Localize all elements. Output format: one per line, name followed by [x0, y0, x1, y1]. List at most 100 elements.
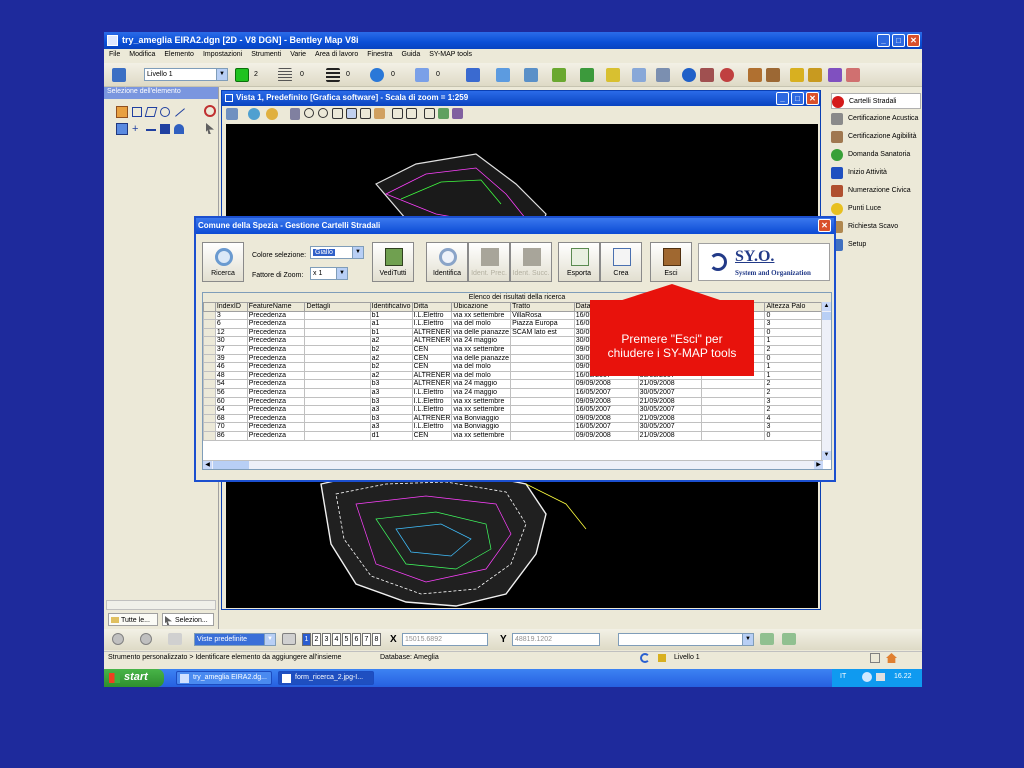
layers-tool-icon[interactable]: [606, 68, 620, 82]
view-1-button[interactable]: 1: [302, 633, 311, 646]
menu-file[interactable]: File: [104, 49, 124, 58]
table-row[interactable]: 70 Precedenza a3 I.L.Elettro via Bonviaggio 1…: [203, 422, 831, 432]
tool-numerazione-civica[interactable]: Numerazione Civica: [831, 183, 921, 199]
table-row[interactable]: 54 Precedenza b3 ALTRENER via 24 maggio 09/09…: [203, 379, 831, 389]
network-icon[interactable]: [862, 672, 872, 682]
ricerca-button[interactable]: Ricerca: [202, 242, 244, 282]
column-header[interactable]: IndexID: [214, 302, 248, 312]
row-header[interactable]: [203, 430, 216, 441]
view-6-button[interactable]: 6: [352, 633, 361, 646]
rotate-view-icon[interactable]: [360, 108, 371, 119]
scroll-thumb[interactable]: [822, 312, 831, 320]
command-input[interactable]: ▼: [618, 633, 754, 646]
tool-cartelli-stradali[interactable]: Cartelli Stradali: [831, 93, 921, 109]
table-row[interactable]: 86 Precedenza d1 CEN via xx settembre 09/09/2…: [203, 430, 831, 441]
tool-richiesta-scavo[interactable]: Richiesta Scavo: [831, 219, 921, 235]
tool-punti-luce[interactable]: Punti Luce: [831, 201, 921, 217]
zoom-in-icon[interactable]: [304, 108, 314, 118]
display-style-icon[interactable]: [248, 108, 260, 120]
select-line-icon[interactable]: [175, 108, 185, 117]
transparency-icon[interactable]: [370, 68, 384, 82]
edit-tool-icon[interactable]: [846, 68, 860, 82]
task-bentley-map[interactable]: try_ameglia EIRA2.dg...: [176, 671, 272, 685]
view-3-button[interactable]: 3: [322, 633, 331, 646]
copy-view-icon[interactable]: [424, 108, 435, 119]
scroll-hthumb[interactable]: [213, 461, 249, 469]
view-8-button[interactable]: 8: [372, 633, 381, 646]
camera-icon[interactable]: [438, 108, 449, 119]
select-circle-icon[interactable]: [160, 107, 170, 117]
select-rect-icon[interactable]: [132, 107, 142, 117]
row-header[interactable]: [203, 413, 216, 424]
table-row[interactable]: 64 Precedenza a3 I.L.Elettro via xx settembr…: [203, 405, 831, 415]
row-header[interactable]: [203, 344, 216, 355]
color-selection-combo[interactable]: Giallo ▼: [310, 246, 364, 259]
view-groups-icon[interactable]: [282, 633, 296, 645]
unlock-icon[interactable]: [808, 68, 822, 82]
row-header[interactable]: [203, 370, 216, 381]
filter-icon[interactable]: [782, 633, 796, 645]
row-header[interactable]: [203, 327, 216, 338]
identifica-button[interactable]: Identifica: [426, 242, 468, 282]
sheet-tool-icon[interactable]: [496, 68, 510, 82]
menu-finestra[interactable]: Finestra: [362, 49, 396, 58]
view-5-button[interactable]: 5: [342, 633, 351, 646]
render-tool-icon[interactable]: [552, 68, 566, 82]
tab-tutte[interactable]: Tutte le...: [108, 613, 158, 626]
ident-succ-button[interactable]: Ident. Succ.: [510, 242, 552, 282]
tool-certificazione-agibilita[interactable]: Certificazione Agibilità: [831, 129, 921, 145]
select-add-icon[interactable]: [116, 123, 128, 135]
window-area-icon[interactable]: [332, 108, 343, 119]
view-settings-icon[interactable]: [452, 108, 463, 119]
close-button[interactable]: ✕: [907, 34, 920, 47]
row-header[interactable]: [203, 396, 216, 407]
dialog-close-button[interactable]: ✕: [818, 219, 831, 232]
horizontal-scrollbar[interactable]: ◀ ▶: [203, 460, 823, 469]
menu-impostazioni[interactable]: Impostazioni: [198, 49, 246, 58]
row-header[interactable]: [203, 387, 216, 398]
ident-prec-button[interactable]: Ident. Prec.: [468, 242, 510, 282]
y-coordinate-field[interactable]: 48819.1202: [512, 633, 600, 646]
view-attributes-icon[interactable]: [226, 108, 238, 120]
zoom-factor-combo[interactable]: x 1 ▼: [310, 267, 348, 280]
pointer-icon[interactable]: [206, 123, 214, 134]
select-toggle-icon[interactable]: [160, 124, 170, 134]
view-previous-icon[interactable]: [392, 108, 403, 119]
task-image-viewer[interactable]: form_ricerca_2.jpg-I...: [278, 671, 374, 685]
select-plus-icon[interactable]: +: [132, 123, 138, 135]
menu-elemento[interactable]: Elemento: [159, 49, 198, 58]
row-header[interactable]: [203, 336, 216, 346]
row-header[interactable]: [203, 353, 216, 364]
zoom-out-icon[interactable]: [318, 108, 328, 118]
column-header[interactable]: FeatureName: [246, 302, 306, 312]
tool-setup[interactable]: Setup: [831, 237, 921, 253]
home-icon[interactable]: [886, 653, 897, 663]
view-close-button[interactable]: ✕: [806, 92, 819, 105]
table-row[interactable]: 68 Precedenza b3 ALTRENER via Bonviaggio 09/0…: [203, 413, 831, 424]
scroll-left-icon[interactable]: ◀: [203, 461, 212, 469]
language-indicator[interactable]: IT: [840, 673, 846, 680]
line-weight-icon[interactable]: [326, 68, 340, 82]
select-minus-icon[interactable]: [146, 129, 156, 131]
x-coordinate-field[interactable]: 15015.6892: [402, 633, 488, 646]
level-combo[interactable]: Livello 1 ▼: [144, 68, 228, 81]
row-header[interactable]: [203, 362, 216, 372]
no-entry-icon[interactable]: [720, 68, 734, 82]
view-2-button[interactable]: 2: [312, 633, 321, 646]
element-selection-icon[interactable]: [112, 68, 126, 82]
crea-button[interactable]: Crea: [600, 242, 642, 282]
menu-strumenti[interactable]: Strumenti: [246, 49, 285, 58]
grid-tool-icon[interactable]: [700, 68, 714, 82]
scroll-right-icon[interactable]: ▶: [814, 461, 823, 469]
minimize-button[interactable]: _: [877, 34, 890, 47]
menu-sy-map-tools[interactable]: SY-MAP tools: [424, 49, 476, 58]
select-shape-icon[interactable]: [144, 107, 158, 117]
map-tool-icon[interactable]: [748, 68, 762, 82]
esporta-button[interactable]: Esporta: [558, 242, 600, 282]
scroll-up-icon[interactable]: ▲: [822, 302, 831, 311]
reference-tool-icon[interactable]: [580, 68, 594, 82]
select-invert-icon[interactable]: [174, 124, 184, 134]
veditutti-button[interactable]: VediTutti: [372, 242, 414, 282]
fit-view-icon[interactable]: [346, 108, 357, 119]
back-icon[interactable]: [112, 633, 124, 645]
